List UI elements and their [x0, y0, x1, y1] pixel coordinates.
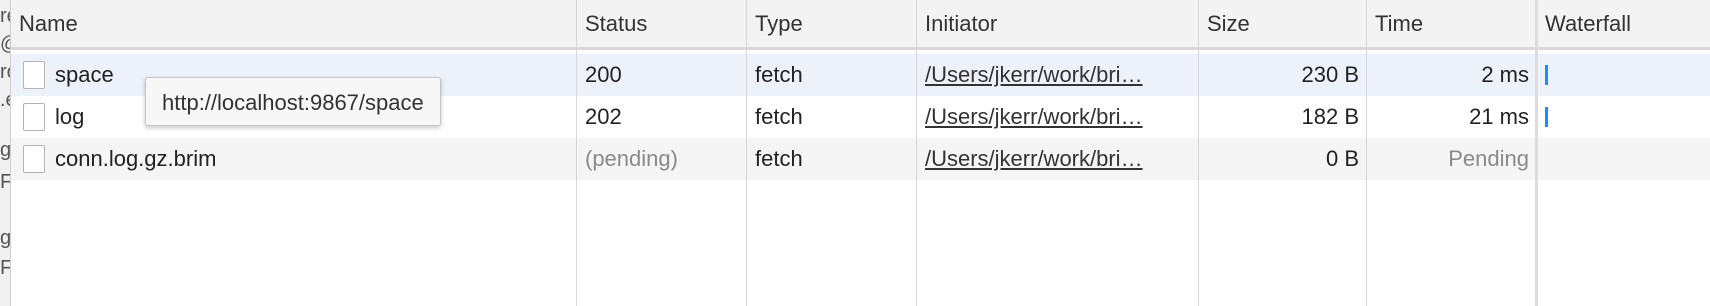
size-cell: 182 B: [1301, 104, 1360, 129]
column-header-time[interactable]: Time: [1367, 0, 1537, 47]
waterfall-bar: [1545, 107, 1548, 127]
document-icon: [23, 61, 45, 89]
left-edge-fragment: re: [0, 5, 10, 27]
time-cell: 21 ms: [1469, 104, 1529, 129]
left-edge-fragment: gh: [0, 139, 11, 161]
left-edge-fragment: F: [0, 257, 11, 279]
waterfall-divider[interactable]: [1535, 0, 1538, 306]
left-edge-fragment: .e: [0, 89, 10, 111]
status-cell: 202: [585, 104, 622, 129]
left-edge-fragment: F: [0, 171, 11, 193]
table-row[interactable]: conn.log.gz.brim (pending) fetch /Users/…: [11, 138, 1710, 180]
initiator-link[interactable]: /Users/jkerr/work/bri…: [925, 104, 1143, 129]
waterfall-bar: [1545, 65, 1548, 85]
initiator-link[interactable]: /Users/jkerr/work/bri…: [925, 62, 1143, 87]
request-name: log: [55, 104, 85, 129]
name-cell[interactable]: conn.log.gz.brim: [11, 138, 577, 180]
waterfall-cell: [1537, 96, 1710, 138]
initiator-cell: /Users/jkerr/work/bri…: [917, 96, 1199, 138]
left-panel-edge: re @ ro .e gh F gh F: [0, 0, 11, 306]
column-header-initiator[interactable]: Initiator: [917, 0, 1199, 47]
column-divider[interactable]: [916, 0, 917, 306]
size-cell: 0 B: [1325, 146, 1359, 171]
left-edge-fragment: gh: [0, 227, 11, 249]
size-cell: 230 B: [1301, 62, 1360, 87]
request-name: conn.log.gz.brim: [55, 146, 217, 171]
initiator-cell: /Users/jkerr/work/bri…: [917, 54, 1199, 96]
column-divider[interactable]: [1366, 0, 1367, 306]
network-request-table: Name Status Type Initiator Size Time Wat…: [11, 0, 1710, 306]
column-header-waterfall[interactable]: Waterfall: [1537, 0, 1710, 47]
column-header-status[interactable]: Status: [577, 0, 747, 47]
left-edge-fragment: @: [0, 34, 10, 54]
waterfall-cell: [1537, 54, 1710, 96]
column-divider[interactable]: [1198, 0, 1199, 306]
document-icon: [23, 103, 45, 131]
status-cell: 200: [585, 62, 622, 87]
time-cell: 2 ms: [1481, 62, 1529, 87]
column-divider[interactable]: [576, 0, 577, 306]
status-cell: (pending): [585, 146, 678, 171]
time-cell: Pending: [1448, 146, 1529, 171]
document-icon: [23, 145, 45, 173]
left-edge-fragment: ro: [0, 61, 10, 83]
waterfall-cell: [1537, 138, 1710, 180]
type-cell: fetch: [755, 62, 803, 87]
type-cell: fetch: [755, 104, 803, 129]
initiator-link[interactable]: /Users/jkerr/work/bri…: [925, 146, 1143, 171]
column-divider[interactable]: [746, 0, 747, 306]
initiator-cell: /Users/jkerr/work/bri…: [917, 138, 1199, 180]
request-name: space: [55, 62, 114, 87]
column-header-name[interactable]: Name: [11, 0, 577, 47]
column-header-type[interactable]: Type: [747, 0, 917, 47]
column-header-size[interactable]: Size: [1199, 0, 1367, 47]
type-cell: fetch: [755, 146, 803, 171]
table-header: Name Status Type Initiator Size Time Wat…: [11, 0, 1710, 50]
url-tooltip: http://localhost:9867/space: [145, 77, 441, 126]
